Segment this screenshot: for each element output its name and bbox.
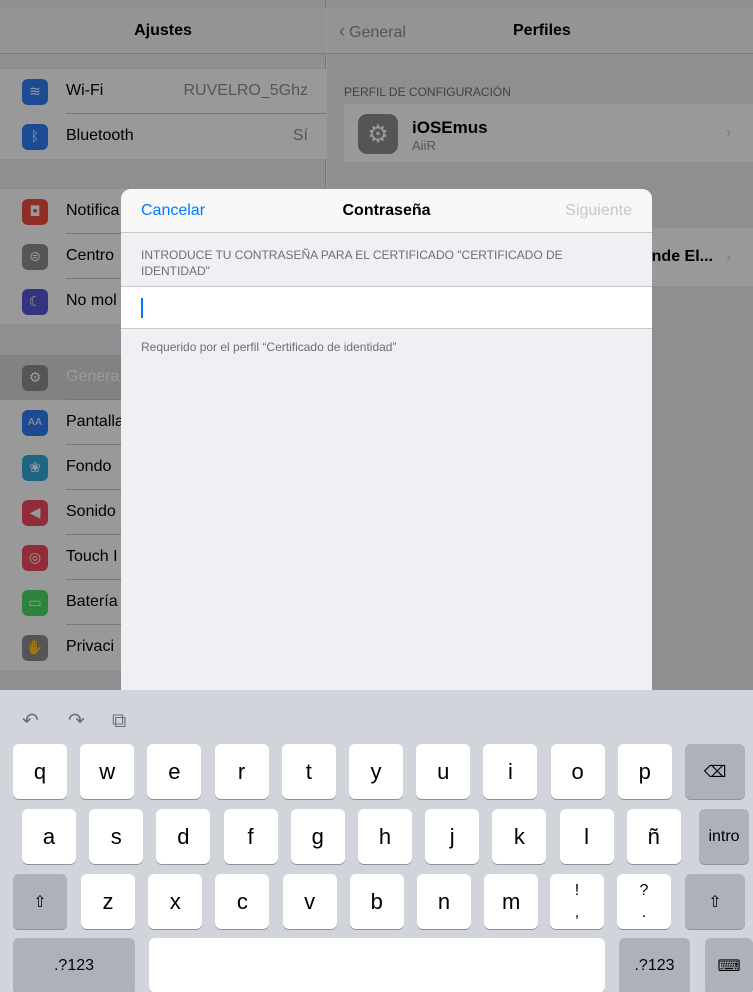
key-f[interactable]: f	[223, 809, 278, 864]
key-a[interactable]: a	[22, 809, 76, 864]
key-o[interactable]: o	[550, 744, 605, 799]
password-prompt: INTRODUCE TU CONTRASEÑA PARA EL CERTIFIC…	[141, 248, 563, 278]
key-v[interactable]: v	[282, 874, 337, 929]
password-input[interactable]	[147, 295, 627, 321]
key-y[interactable]: y	[349, 744, 403, 799]
key-t[interactable]: t	[281, 744, 336, 799]
key-j[interactable]: j	[425, 809, 480, 864]
key-u[interactable]: u	[416, 744, 471, 799]
hide-keyboard-key[interactable]: ⌨	[705, 938, 753, 992]
backspace-key[interactable]: ⌫	[685, 744, 745, 799]
required-by-note: Requerido por el perfil “Certificado de …	[141, 340, 397, 354]
space-key[interactable]	[149, 938, 605, 992]
key-g[interactable]: g	[290, 809, 345, 864]
redo-icon[interactable]: ↷	[68, 708, 85, 732]
password-field[interactable]	[121, 286, 652, 329]
password-modal: Cancelar Contraseña Siguiente INTRODUCE …	[121, 189, 652, 690]
key-m[interactable]: m	[484, 874, 539, 929]
shift-key[interactable]: ⇧	[13, 874, 67, 929]
undo-icon[interactable]: ↶	[22, 708, 39, 732]
return-key[interactable]: intro	[699, 809, 749, 864]
shift-icon: ⇧	[708, 892, 722, 911]
key-n[interactable]: n	[417, 874, 471, 929]
key-question-period[interactable]: ? .	[617, 874, 671, 929]
key-e[interactable]: e	[147, 744, 202, 799]
key-ñ[interactable]: ñ	[626, 809, 681, 864]
key-z[interactable]: z	[81, 874, 135, 929]
modal-header: Cancelar Contraseña Siguiente	[121, 189, 652, 233]
key-q[interactable]: q	[13, 744, 67, 799]
shift-icon: ⇧	[33, 892, 47, 911]
backspace-icon: ⌫	[703, 762, 727, 781]
key-h[interactable]: h	[358, 809, 412, 864]
key-p[interactable]: p	[617, 744, 672, 799]
numbers-key[interactable]: .?123	[619, 938, 690, 992]
key-w[interactable]: w	[80, 744, 135, 799]
next-button[interactable]: Siguiente	[565, 202, 632, 220]
key-k[interactable]: k	[492, 809, 547, 864]
key-s[interactable]: s	[89, 809, 144, 864]
key-i[interactable]: i	[483, 744, 538, 799]
key-l[interactable]: l	[559, 809, 614, 864]
shift-key[interactable]: ⇧	[685, 874, 745, 929]
text-caret	[141, 298, 143, 318]
key-exclaim-comma[interactable]: ! ,	[550, 874, 604, 929]
keyboard: ↶ ↷ ⧉ q w e r t y u i o p ⌫ a s d f g h j k l ñ intro ⇧ z x c v b n m…	[0, 690, 753, 992]
key-c[interactable]: c	[215, 874, 270, 929]
keyboard-dismiss-icon: ⌨	[717, 956, 741, 975]
numbers-key[interactable]: .?123	[13, 938, 135, 992]
key-d[interactable]: d	[156, 809, 211, 864]
key-x[interactable]: x	[148, 874, 203, 929]
screen: Ajustes ≋ Wi-Fi RUVELRO_5Ghz ᛒ Bluetooth Sí ◘ N…	[0, 0, 753, 992]
key-b[interactable]: b	[349, 874, 404, 929]
key-r[interactable]: r	[214, 744, 269, 799]
paste-icon[interactable]: ⧉	[112, 708, 126, 732]
